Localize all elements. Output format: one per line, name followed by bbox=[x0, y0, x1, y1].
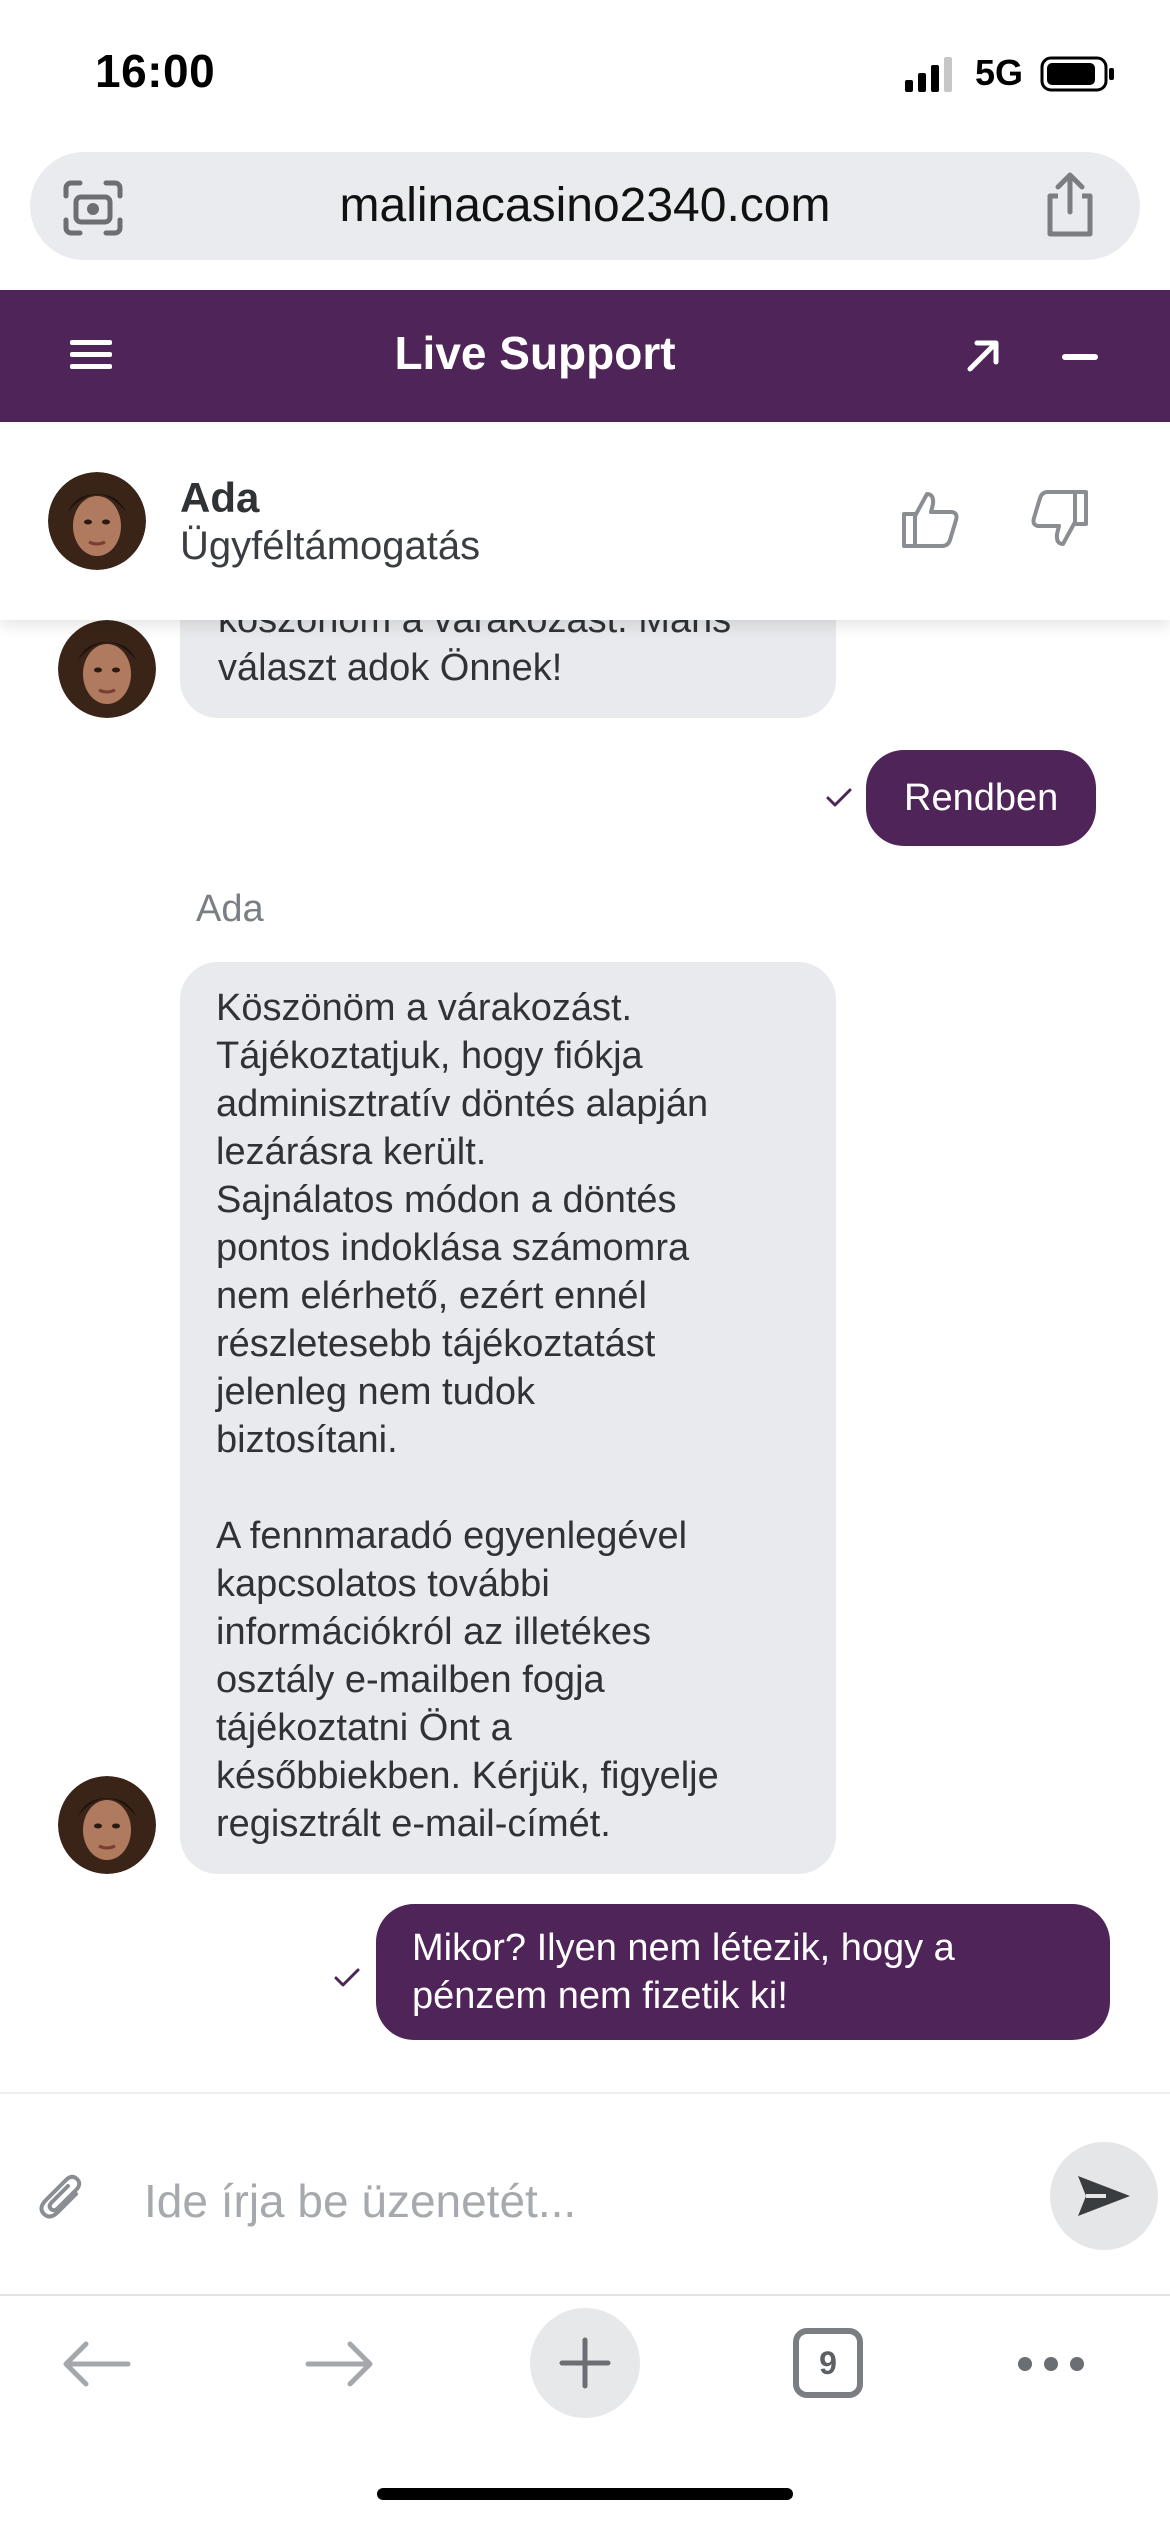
network-type: 5G bbox=[975, 52, 1024, 93]
message-input[interactable] bbox=[144, 2166, 1024, 2236]
more-icon[interactable] bbox=[1015, 2352, 1087, 2376]
cellular-signal-icon bbox=[905, 57, 952, 92]
back-arrow-icon[interactable] bbox=[60, 2340, 132, 2388]
share-icon[interactable] bbox=[1040, 172, 1100, 238]
composer-divider bbox=[0, 2092, 1170, 2094]
avatar bbox=[48, 472, 146, 570]
user-message: Rendben bbox=[866, 750, 1097, 846]
avatar bbox=[58, 1776, 156, 1874]
user-message: Mikor? Ilyen nem létezik, hogy a pénzem … bbox=[376, 1904, 1110, 2040]
camera-scan-icon[interactable] bbox=[62, 180, 124, 236]
plus-icon bbox=[559, 2337, 611, 2389]
agent-name: Ada bbox=[180, 474, 260, 521]
chat-title: Live Support bbox=[394, 327, 676, 379]
agent-role: Ügyféltámogatás bbox=[180, 524, 481, 568]
new-tab-button[interactable] bbox=[530, 2308, 640, 2418]
home-indicator bbox=[377, 2488, 793, 2500]
thumbs-down-icon[interactable] bbox=[1028, 488, 1090, 550]
agent-info-bar bbox=[0, 422, 1170, 620]
sender-name: Ada bbox=[196, 888, 264, 930]
thumbs-up-icon[interactable] bbox=[900, 488, 962, 550]
read-check-icon bbox=[826, 788, 852, 807]
send-button[interactable] bbox=[1050, 2142, 1158, 2250]
minimize-icon[interactable] bbox=[1062, 354, 1098, 360]
paperclip-icon[interactable] bbox=[38, 2172, 84, 2224]
read-check-icon bbox=[334, 1968, 360, 1987]
avatar bbox=[58, 620, 156, 718]
expand-arrow-icon[interactable] bbox=[965, 338, 1001, 374]
agent-message: Köszönöm a várakozást. Tájékoztatjuk, ho… bbox=[180, 962, 836, 1874]
tabs-count-button[interactable]: 9 bbox=[793, 2328, 863, 2398]
toolbar-divider bbox=[0, 2294, 1170, 2296]
url-text[interactable]: malinacasino2340.com bbox=[200, 178, 970, 233]
battery-icon bbox=[1040, 56, 1114, 92]
send-icon bbox=[1078, 2176, 1130, 2216]
forward-arrow-icon[interactable] bbox=[304, 2340, 376, 2388]
status-time: 16:00 bbox=[95, 45, 216, 97]
menu-icon[interactable] bbox=[70, 338, 112, 372]
